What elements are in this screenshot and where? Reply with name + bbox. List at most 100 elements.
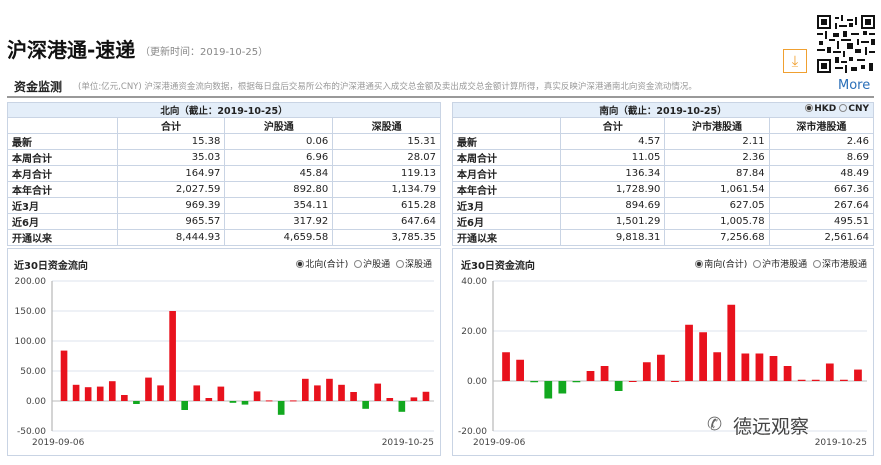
download-icon: ⤓ [791, 52, 799, 70]
bar [671, 381, 679, 382]
radio-icon [812, 260, 821, 268]
table-row: 本年合计 1,728.90 1,061.54 667.36 [451, 181, 875, 198]
row-label: 近3月 [7, 197, 118, 214]
column-header: 沪市港股通 [664, 117, 770, 134]
bar [60, 350, 68, 401]
south-option-sz[interactable]: 深市港股通 [812, 260, 867, 270]
y-tick-label: 50.00 [20, 367, 46, 377]
bar [769, 356, 778, 381]
bar [727, 304, 736, 381]
row-label: 开通以来 [7, 229, 118, 246]
y-tick-label: -20.00 [458, 427, 487, 437]
row-label: 近3月 [451, 197, 562, 214]
column-header: 合计 [560, 117, 666, 134]
bar [558, 381, 567, 394]
bar [133, 401, 140, 404]
table-cell: 45.84 [224, 165, 334, 182]
north-caption: 北向（截止：2019-10-25） [7, 102, 441, 118]
south-option-total[interactable]: 南向(合计) [695, 260, 747, 270]
bar [502, 352, 510, 381]
table-cell: 317.92 [224, 213, 334, 230]
bar [277, 401, 285, 415]
row-label: 近6月 [7, 213, 118, 230]
table-cell: 267.64 [768, 197, 875, 214]
south-option-sh[interactable]: 沪市港股通 [753, 260, 807, 270]
table-row: 开通以来 8,444.93 4,659.58 3,785.35 [7, 229, 441, 246]
bar [755, 353, 764, 381]
table-cell: 627.05 [664, 197, 770, 214]
bar [422, 391, 430, 401]
table-cell: 28.07 [332, 149, 441, 166]
download-button[interactable]: ⤓ [783, 49, 807, 73]
x-start-label: 2019-09-06 [32, 438, 85, 448]
more-link[interactable]: More [838, 78, 870, 93]
table-cell: 35.03 [116, 149, 226, 166]
bar [516, 359, 524, 381]
row-label: 本周合计 [451, 149, 562, 166]
option-label: 沪股通 [363, 260, 391, 270]
table-row: 本月合计 136.34 87.84 48.49 [451, 165, 875, 182]
south-chart-options: 南向(合计) 沪市港股通 深市港股通 [692, 257, 867, 270]
south-table: 南向（截止：2019-10-25） HKD CNY 合计 沪市港股通 深市港股通… [451, 102, 875, 246]
table-cell: 2.36 [664, 149, 770, 166]
currency-toggle[interactable]: HKD CNY [805, 104, 869, 114]
table-cell: 894.69 [560, 197, 666, 214]
bar [217, 386, 225, 401]
bar [350, 392, 357, 401]
x-end-label: 2019-10-25 [815, 438, 867, 448]
table-cell: 8,444.93 [116, 229, 226, 246]
bar [586, 371, 595, 381]
bar [265, 400, 273, 402]
bar [741, 353, 750, 381]
table-row: 近3月 894.69 627.05 267.64 [451, 197, 875, 214]
table-cell: 8.69 [768, 149, 875, 166]
table-cell: 6.96 [224, 149, 334, 166]
column-header [7, 117, 118, 134]
currency-label-cny: CNY [848, 104, 869, 114]
table-cell: 892.80 [224, 181, 334, 198]
column-header: 深市港股通 [768, 117, 875, 134]
bar [386, 398, 394, 401]
y-tick-label: 0.00 [26, 397, 46, 407]
column-header: 深股通 [332, 117, 441, 134]
table-row: 开通以来 9,818.31 7,256.68 2,561.64 [451, 229, 875, 246]
row-label: 本月合计 [451, 165, 562, 182]
y-tick-label: 20.00 [461, 327, 487, 337]
table-cell: 119.13 [332, 165, 441, 182]
option-label: 沪市港股通 [762, 260, 808, 270]
north-flow-chart: 200.00 150.00 100.00 50.00 0.00 -50.002019-09… [15, 277, 434, 448]
bar [600, 366, 609, 381]
north-option-total[interactable]: 北向(合计) [296, 260, 348, 270]
table-cell: 354.11 [224, 197, 334, 214]
radio-icon [395, 260, 404, 268]
north-option-sh[interactable]: 沪股通 [354, 260, 390, 270]
currency-radio-cny[interactable] [839, 104, 848, 112]
currency-radio-hkd[interactable] [805, 104, 814, 112]
bar [157, 385, 164, 401]
table-cell: 3,785.35 [332, 229, 441, 246]
north-chart-title: 近30日资金流向 [14, 261, 88, 272]
table-cell: 965.57 [116, 213, 226, 230]
y-tick-label: 0.00 [467, 377, 487, 387]
bar [193, 385, 201, 401]
page-title: 沪深港通-速递 [7, 38, 136, 62]
bar [642, 362, 651, 381]
table-row: 本周合计 35.03 6.96 28.07 [7, 149, 441, 166]
south-chart-title: 近30日资金流向 [461, 261, 535, 272]
table-cell: 15.31 [332, 133, 441, 150]
bar [302, 378, 309, 401]
bar [289, 400, 297, 402]
table-row: 最新 4.57 2.11 2.46 [451, 133, 875, 150]
x-end-label: 2019-10-25 [382, 438, 434, 448]
bar [205, 398, 213, 401]
bar [398, 401, 406, 412]
qr-code-icon [817, 15, 875, 73]
x-start-label: 2019-09-06 [473, 438, 526, 448]
bar [657, 354, 665, 381]
bar [797, 379, 806, 381]
radio-icon [753, 260, 762, 268]
bar [685, 324, 693, 381]
bar [326, 378, 333, 401]
north-option-sz[interactable]: 深股通 [395, 260, 432, 270]
row-label: 本年合计 [451, 181, 562, 198]
